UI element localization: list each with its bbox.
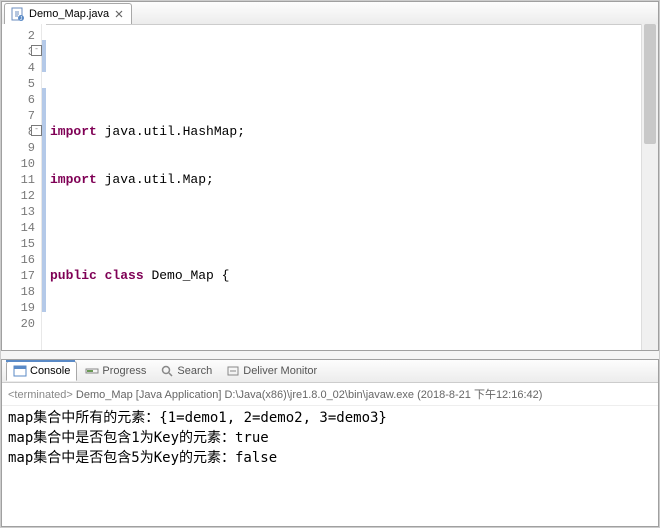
fold-marker-icon[interactable]: - xyxy=(31,125,42,136)
tab-deliver-monitor[interactable]: Deliver Monitor xyxy=(220,362,323,380)
line-number: 17 xyxy=(2,268,35,284)
console-launch-info: <terminated> Demo_Map [Java Application]… xyxy=(2,383,658,406)
line-number: 20 xyxy=(2,316,35,332)
line-number: 14 xyxy=(2,220,35,236)
line-number: 18 xyxy=(2,284,35,300)
line-number: 8- xyxy=(2,124,35,140)
vertical-scrollbar[interactable] xyxy=(641,24,658,350)
code-area[interactable]: 2 3- 4 5 6 7 8- 9 10 11 12 13 14 15 16 1… xyxy=(2,24,658,350)
line-number: 4 xyxy=(2,60,35,76)
code-line: import java.util.Map; xyxy=(50,172,658,188)
tab-console[interactable]: Console xyxy=(6,361,77,381)
ide-window: J Demo_Map.java 2 3- 4 5 6 7 8- 9 10 11 … xyxy=(0,0,660,528)
deliver-icon xyxy=(226,364,240,378)
line-number: 9 xyxy=(2,140,35,156)
code-line: import java.util.HashMap; xyxy=(50,124,658,140)
tab-label: Search xyxy=(177,365,212,377)
console-line: map集合中是否包含5为Key的元素：false xyxy=(8,448,652,468)
line-number: 5 xyxy=(2,76,35,92)
line-number: 7 xyxy=(2,108,35,124)
console-line: map集合中是否包含1为Key的元素：true xyxy=(8,428,652,448)
code-text[interactable]: import java.util.HashMap; import java.ut… xyxy=(42,24,658,350)
fold-marker-icon[interactable]: - xyxy=(31,45,42,56)
line-number: 6 xyxy=(2,92,35,108)
scrollbar-thumb[interactable] xyxy=(644,24,656,144)
editor-tab-bar: J Demo_Map.java xyxy=(2,2,658,25)
console-icon xyxy=(13,364,27,378)
close-icon[interactable] xyxy=(113,8,125,20)
editor-panel: J Demo_Map.java 2 3- 4 5 6 7 8- 9 10 11 … xyxy=(1,1,659,351)
code-line: public class Demo_Map { xyxy=(50,268,658,284)
code-line xyxy=(50,76,658,92)
line-number: 12 xyxy=(2,188,35,204)
tab-label: Progress xyxy=(102,365,146,377)
java-file-icon: J xyxy=(11,7,25,21)
console-panel: Console Progress Search Deliver Monitor … xyxy=(1,359,659,527)
tab-label: Deliver Monitor xyxy=(243,365,317,377)
code-line xyxy=(50,220,658,236)
tab-label: Console xyxy=(30,365,70,377)
line-number: 10 xyxy=(2,156,35,172)
tab-search[interactable]: Search xyxy=(154,362,218,380)
line-number: 3- xyxy=(2,44,35,60)
console-line: map集合中所有的元素：{1=demo1, 2=demo2, 3=demo3} xyxy=(8,408,652,428)
change-mark xyxy=(42,40,46,72)
change-mark xyxy=(42,88,46,312)
tab-progress[interactable]: Progress xyxy=(79,362,152,380)
change-ruler xyxy=(42,24,46,350)
line-number-gutter: 2 3- 4 5 6 7 8- 9 10 11 12 13 14 15 16 1… xyxy=(2,24,42,350)
console-tab-bar: Console Progress Search Deliver Monitor xyxy=(2,360,658,383)
editor-tab[interactable]: J Demo_Map.java xyxy=(4,3,132,24)
progress-icon xyxy=(85,364,99,378)
search-icon xyxy=(160,364,174,378)
line-number: 13 xyxy=(2,204,35,220)
console-output[interactable]: map集合中所有的元素：{1=demo1, 2=demo2, 3=demo3} … xyxy=(2,406,658,470)
editor-tab-label: Demo_Map.java xyxy=(29,8,109,20)
line-number: 11 xyxy=(2,172,35,188)
line-number: 2 xyxy=(2,28,35,44)
line-number: 16 xyxy=(2,252,35,268)
line-number: 15 xyxy=(2,236,35,252)
line-number: 19 xyxy=(2,300,35,316)
code-line xyxy=(50,316,658,332)
